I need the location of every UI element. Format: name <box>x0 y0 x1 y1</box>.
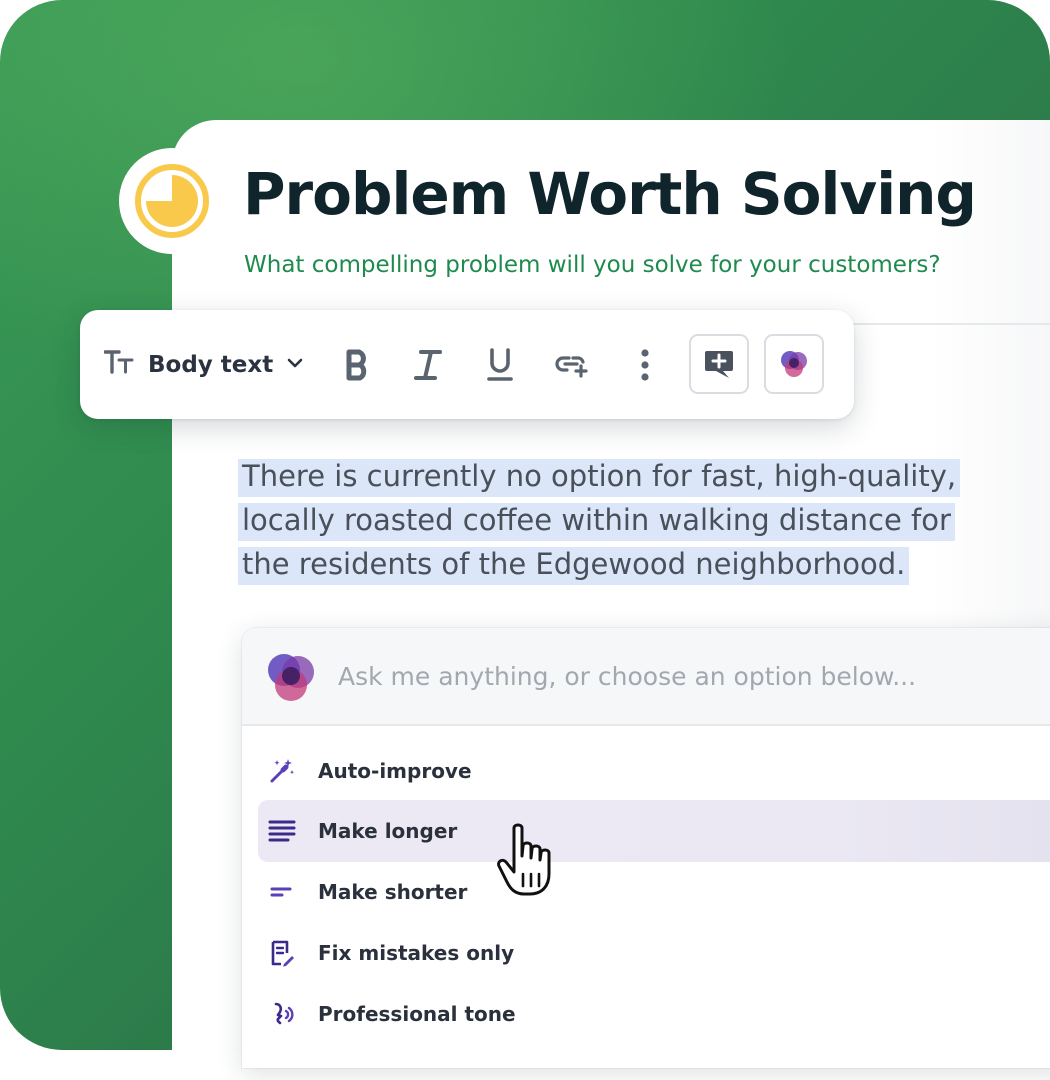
ai-option-label: Make longer <box>318 819 458 843</box>
more-vertical-icon <box>641 349 649 381</box>
formatting-toolbar: Body text <box>80 310 854 419</box>
selected-text: There is currently no option for fast, h… <box>238 459 961 585</box>
bold-button[interactable] <box>338 344 378 386</box>
ai-option-make-longer[interactable]: Make longer <box>258 800 1050 862</box>
bold-icon <box>346 349 367 381</box>
ai-option-label: Professional tone <box>318 1002 516 1026</box>
underline-icon <box>487 348 513 381</box>
ai-prompt-bar[interactable]: Ask me anything, or choose an option bel… <box>242 628 1050 726</box>
page-title: Problem Worth Solving <box>243 160 977 228</box>
page-subtitle: What compelling problem will you solve f… <box>244 252 941 278</box>
ai-blob-icon <box>781 351 807 377</box>
ai-option-professional-tone[interactable]: Professional tone <box>258 983 1050 1045</box>
ai-option-label: Fix mistakes only <box>318 941 515 965</box>
hand-pointer-cursor-icon <box>496 822 570 898</box>
add-comment-button[interactable] <box>689 334 749 394</box>
italic-icon <box>414 350 442 380</box>
magic-wand-icon <box>258 757 318 785</box>
ai-assistant-panel: Ask me anything, or choose an option bel… <box>242 628 1050 1068</box>
ai-assistant-button[interactable] <box>764 334 824 394</box>
pie-clock-icon <box>119 148 225 254</box>
underline-button[interactable] <box>480 344 520 386</box>
ai-option-fix-mistakes[interactable]: Fix mistakes only <box>258 922 1050 984</box>
ai-option-label: Make shorter <box>318 880 468 904</box>
lines-short-icon <box>258 880 318 904</box>
lines-long-icon <box>258 819 318 843</box>
text-size-icon <box>103 349 134 381</box>
ai-prompt-placeholder: Ask me anything, or choose an option bel… <box>338 662 917 691</box>
ai-option-auto-improve[interactable]: Auto-improve <box>258 740 1050 802</box>
italic-button[interactable] <box>408 344 448 386</box>
ai-option-label: Auto-improve <box>318 759 472 783</box>
link-icon <box>555 356 588 378</box>
more-options-button[interactable] <box>628 344 662 386</box>
link-button[interactable] <box>550 344 594 386</box>
comment-plus-icon <box>705 351 733 378</box>
text-style-dropdown[interactable]: Body text <box>103 346 303 384</box>
ai-option-make-shorter[interactable]: Make shorter <box>258 861 1050 923</box>
voice-icon <box>258 1000 318 1028</box>
selected-paragraph[interactable]: There is currently no option for fast, h… <box>238 454 998 586</box>
ai-blob-icon <box>262 650 320 711</box>
chevron-down-icon <box>287 356 303 374</box>
document-edit-icon <box>258 939 318 967</box>
text-style-label: Body text <box>148 352 274 378</box>
